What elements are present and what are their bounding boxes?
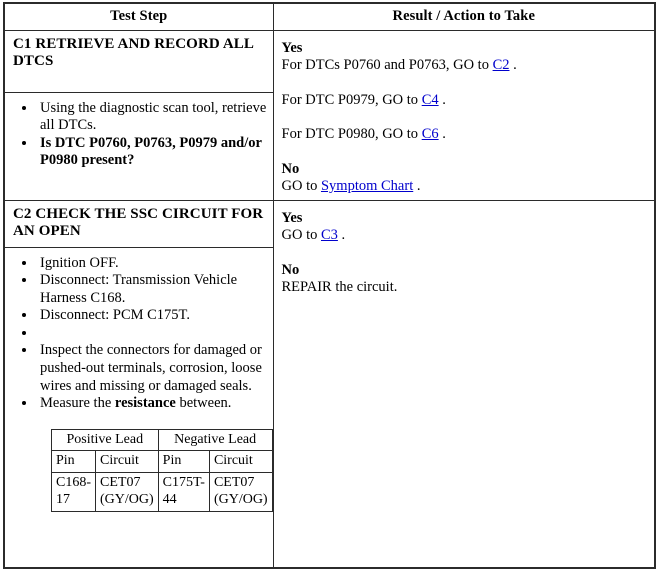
lead-table-cell-pos-pin: C168-17 — [51, 472, 96, 512]
lead-table-cell-pos-circuit: CET07 (GY/OG) — [95, 472, 159, 512]
step-c1-bullet-list: Using the diagnostic scan tool, retrieve… — [11, 100, 267, 170]
lead-table-header-neg-circuit: Circuit — [208, 450, 273, 474]
step-c2-no-label: No — [281, 261, 300, 278]
step-c2-bullet-5-text: Inspect the connectors for damaged or pu… — [40, 342, 262, 394]
step-c1-no-line-1: GO to Symptom Chart . — [282, 178, 649, 196]
lead-table-header-pos-circuit: Circuit — [95, 450, 159, 474]
list-item: Ignition OFF. — [37, 255, 267, 273]
step-c1-result-cell: Yes For DTCs P0760 and P0763, GO to C2 .… — [272, 29, 656, 201]
measurement-lead-table: Positive Lead Negative Lead Pin Circuit … — [51, 428, 273, 512]
step-c1-yes-line-1-post: . — [509, 57, 517, 74]
step-c2-result-cell: Yes GO to C3 . No REPAIR the circuit. — [272, 199, 656, 569]
step-c1-yes-line-1: For DTCs P0760 and P0763, GO to C2 . — [282, 57, 649, 75]
step-c2-bullet-2-text: Disconnect: Transmission Vehicle Harness… — [40, 272, 238, 306]
step-c2-bullet-3-text: Disconnect: PCM C175T. — [40, 307, 190, 324]
step-c1-bullet-2-text: Is DTC P0760, P0763, P0979 and/or P0980 … — [40, 134, 262, 169]
step-c2-bullet-1-text: Ignition OFF. — [40, 254, 119, 271]
link-c6[interactable]: C6 — [422, 126, 439, 142]
table-header-row: Test Step Result / Action to Take — [3, 2, 656, 31]
step-c1-no-label: No — [281, 160, 300, 177]
step-c1-no-line-1-post: . — [413, 178, 421, 195]
step-c1-yes-line-2-post: . — [438, 91, 446, 108]
list-item: Is DTC P0760, P0763, P0979 and/or P0980 … — [37, 135, 267, 170]
lead-table-cell-neg-circuit: CET07 (GY/OG) — [208, 472, 273, 512]
list-item: Measure the resistance between. — [37, 395, 267, 413]
step-c1-yes-line-3-post: . — [438, 126, 446, 143]
table-row: C168-17 CET07 (GY/OG) C175T-44 CET07 (GY… — [51, 472, 273, 512]
lead-table-header-pos-pin: Pin — [51, 450, 96, 474]
pinpoint-test-table: Test Step Result / Action to Take C1 RET… — [3, 2, 656, 569]
step-c2-title-row: C2 CHECK THE SSC CIRCUIT FOR AN OPEN Yes… — [3, 199, 656, 569]
step-c2-yes-line-1: GO to C3 . — [282, 227, 649, 245]
step-c1-no-line-1-pre: GO to — [281, 178, 321, 195]
step-c1-yes-line-1-pre: For DTCs P0760 and P0763, GO to — [281, 57, 493, 74]
lead-table-header-neg-pin: Pin — [157, 450, 210, 474]
step-c2-no-line-1: REPAIR the circuit. — [281, 279, 398, 296]
step-c2-bullet-list: Ignition OFF. Disconnect: Transmission V… — [11, 255, 267, 413]
step-c2-title: C2 CHECK THE SSC CIRCUIT FOR AN OPEN — [3, 199, 274, 248]
list-item: Using the diagnostic scan tool, retrieve… — [37, 100, 267, 135]
list-item: Inspect the connectors for damaged or pu… — [37, 342, 267, 395]
link-c4[interactable]: C4 — [422, 92, 439, 108]
step-c1-yes-line-3: For DTC P0980, GO to C6 . — [282, 126, 649, 144]
lead-table-cell-neg-pin: C175T-44 — [157, 472, 210, 512]
list-item — [37, 325, 267, 343]
step-c1-yes-label: Yes — [281, 39, 303, 56]
step-c2-yes-label: Yes — [281, 209, 303, 226]
step-c2-yes-line-1-pre: GO to — [281, 227, 321, 244]
step-c1-title: C1 RETRIEVE AND RECORD ALL DTCS — [3, 29, 274, 93]
list-item: Disconnect: PCM C175T. — [37, 307, 267, 325]
link-c2[interactable]: C2 — [493, 57, 510, 73]
lead-table-group-positive: Positive Lead — [51, 428, 159, 452]
lead-table-group-header-row: Positive Lead Negative Lead — [51, 428, 273, 452]
column-header-result-action: Result / Action to Take — [272, 2, 656, 31]
step-c1-body-cell: Using the diagnostic scan tool, retrieve… — [3, 91, 274, 201]
step-c1-yes-line-2-pre: For DTC P0979, GO to — [281, 91, 422, 108]
step-c1-yes-line-3-pre: For DTC P0980, GO to — [281, 126, 422, 143]
step-c2-body-cell: Ignition OFF. Disconnect: Transmission V… — [3, 246, 274, 569]
link-c3[interactable]: C3 — [321, 227, 338, 243]
diagnostic-procedure-page: Test Step Result / Action to Take C1 RET… — [0, 2, 659, 579]
step-c1-yes-line-2: For DTC P0979, GO to C4 . — [282, 92, 649, 110]
link-symptom-chart[interactable]: Symptom Chart — [321, 178, 413, 194]
list-item: Disconnect: Transmission Vehicle Harness… — [37, 272, 267, 307]
column-header-test-step: Test Step — [3, 2, 274, 31]
step-c2-yes-line-1-post: . — [337, 227, 346, 244]
step-c1-bullet-1-text: Using the diagnostic scan tool, retrieve… — [40, 99, 267, 134]
step-c2-bullet-6-text: Measure the resistance between. — [40, 395, 232, 412]
step-c2-bullet-6-emphasis: resistance — [114, 395, 176, 412]
lead-table-wrapper: Positive Lead Negative Lead Pin Circuit … — [51, 428, 273, 512]
lead-table-column-header-row: Pin Circuit Pin Circuit — [51, 450, 273, 474]
step-c1-title-row: C1 RETRIEVE AND RECORD ALL DTCS Yes For … — [3, 29, 656, 201]
lead-table-group-negative: Negative Lead — [157, 428, 273, 452]
